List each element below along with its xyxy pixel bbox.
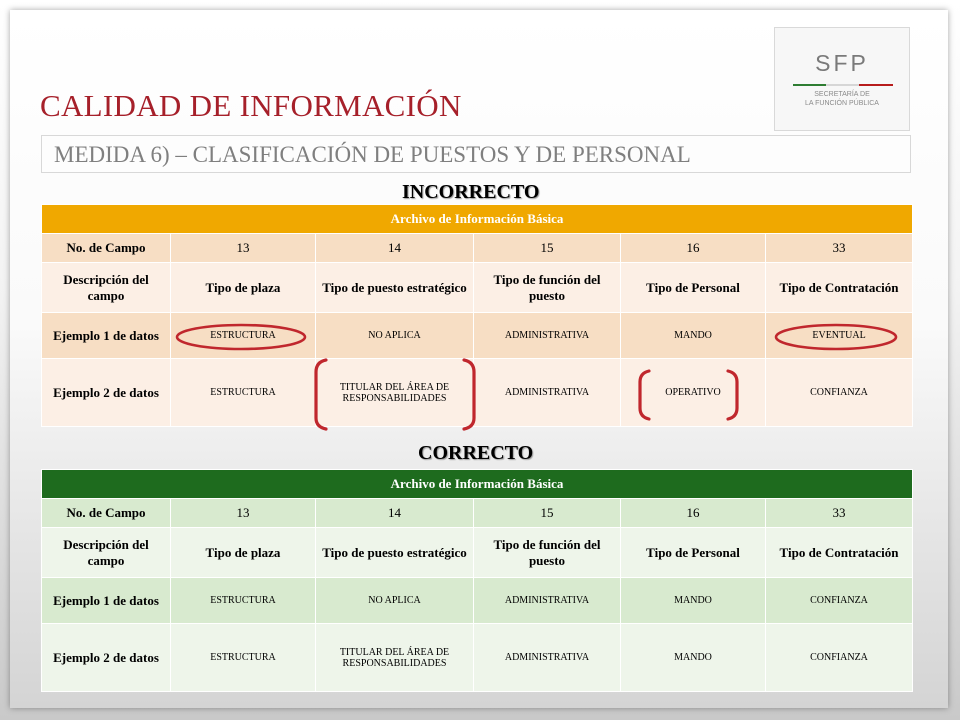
table-cell: TITULAR DEL ÁREA DE RESPONSABILIDADES: [315, 623, 474, 692]
table-cell: ESTRUCTURA: [170, 577, 316, 624]
table-cell: 13: [170, 498, 316, 528]
table-cell: 16: [620, 498, 766, 528]
table-band-row: Archivo de Información Básica: [40, 469, 914, 499]
incorrect-table: Archivo de Información Básica No. de Cam…: [40, 204, 914, 427]
logo-caption-line-1: SECRETARÍA DE: [814, 91, 870, 98]
table-cell: CONFIANZA: [764, 577, 914, 624]
table-cell: Tipo de Personal: [620, 262, 766, 313]
row-header: Ejemplo 1 de datos: [41, 577, 171, 624]
table-cell: Tipo de puesto estratégico: [315, 262, 474, 313]
correct-table: Archivo de Información Básica No. de Cam…: [40, 469, 914, 692]
table-row: No. de Campo 13 14 15 16 33: [41, 498, 914, 528]
row-header: Descripción del campo: [41, 527, 171, 578]
logo-caption-line-2: LA FUNCIÓN PÚBLICA: [805, 100, 879, 107]
table-cell: 16: [620, 233, 766, 263]
table-cell: EVENTUAL: [764, 312, 914, 359]
table-cell: ADMINISTRATIVA: [473, 577, 621, 624]
row-header: No. de Campo: [41, 498, 171, 528]
row-header: Descripción del campo: [41, 262, 171, 313]
slide-title: CALIDAD DE INFORMACIÓN: [40, 88, 462, 123]
table-cell: 13: [170, 233, 316, 263]
table-cell: CONFIANZA: [764, 623, 914, 692]
table-cell: 15: [473, 498, 621, 528]
incorrect-label: INCORRECTO: [402, 181, 540, 203]
table-cell: NO APLICA: [315, 312, 474, 359]
table-row: Ejemplo 1 de datos ESTRUCTURA NO APLICA …: [41, 577, 914, 624]
sfp-logo: SFP SECRETARÍA DE LA FUNCIÓN PÚBLICA: [774, 27, 910, 131]
table-cell: ADMINISTRATIVA: [473, 623, 621, 692]
table-cell: NO APLICA: [315, 577, 474, 624]
table-cell: CONFIANZA: [764, 358, 914, 427]
table-cell: ESTRUCTURA: [170, 358, 316, 427]
table-cell: MANDO: [620, 577, 766, 624]
table-row: No. de Campo 13 14 15 16 33: [41, 233, 914, 263]
table-cell: MANDO: [620, 623, 766, 692]
row-header: No. de Campo: [41, 233, 171, 263]
table-cell: Tipo de función del puesto: [473, 527, 621, 578]
table-band: Archivo de Información Básica: [40, 204, 914, 234]
table-cell: Tipo de plaza: [170, 262, 316, 313]
logo-flag-line: [793, 84, 893, 86]
table-row: Descripción del campo Tipo de plaza Tipo…: [41, 527, 914, 578]
table-cell: Tipo de puesto estratégico: [315, 527, 474, 578]
slide-subtitle: MEDIDA 6) – CLASIFICACIÓN DE PUESTOS Y D…: [54, 142, 691, 167]
table-band-row: Archivo de Información Básica: [40, 204, 914, 234]
table-cell: 33: [764, 233, 914, 263]
table-cell: Tipo de Contratación: [764, 527, 914, 578]
table-band: Archivo de Información Básica: [40, 469, 914, 499]
slide-background: SFP SECRETARÍA DE LA FUNCIÓN PÚBLICA CAL…: [0, 0, 960, 720]
table-row: Ejemplo 2 de datos ESTRUCTURA TITULAR DE…: [41, 623, 914, 692]
table-cell: Tipo de función del puesto: [473, 262, 621, 313]
table-row: Ejemplo 2 de datos ESTRUCTURA TITULAR DE…: [41, 358, 914, 427]
row-header: Ejemplo 1 de datos: [41, 312, 171, 359]
table-cell: MANDO: [620, 312, 766, 359]
table-cell: 15: [473, 233, 621, 263]
subtitle-box: MEDIDA 6) – CLASIFICACIÓN DE PUESTOS Y D…: [41, 135, 911, 173]
table-cell: Tipo de Personal: [620, 527, 766, 578]
table-cell: TITULAR DEL ÁREA DE RESPONSABILIDADES: [315, 358, 474, 427]
table-cell: ADMINISTRATIVA: [473, 358, 621, 427]
logo-name: SFP: [815, 50, 869, 76]
correct-label: CORRECTO: [418, 442, 534, 464]
table-cell: OPERATIVO: [620, 358, 766, 427]
table-cell: ESTRUCTURA: [170, 623, 316, 692]
table-row: Descripción del campo Tipo de plaza Tipo…: [41, 262, 914, 313]
table-cell: Tipo de Contratación: [764, 262, 914, 313]
table-cell: 33: [764, 498, 914, 528]
table-cell: ESTRUCTURA: [170, 312, 316, 359]
table-cell: 14: [315, 498, 474, 528]
logo-caption: SECRETARÍA DE LA FUNCIÓN PÚBLICA: [775, 90, 909, 108]
table-cell: 14: [315, 233, 474, 263]
row-header: Ejemplo 2 de datos: [41, 623, 171, 692]
table-cell: Tipo de plaza: [170, 527, 316, 578]
table-cell: ADMINISTRATIVA: [473, 312, 621, 359]
row-header: Ejemplo 2 de datos: [41, 358, 171, 427]
table-row: Ejemplo 1 de datos ESTRUCTURA NO APLICA …: [41, 312, 914, 359]
